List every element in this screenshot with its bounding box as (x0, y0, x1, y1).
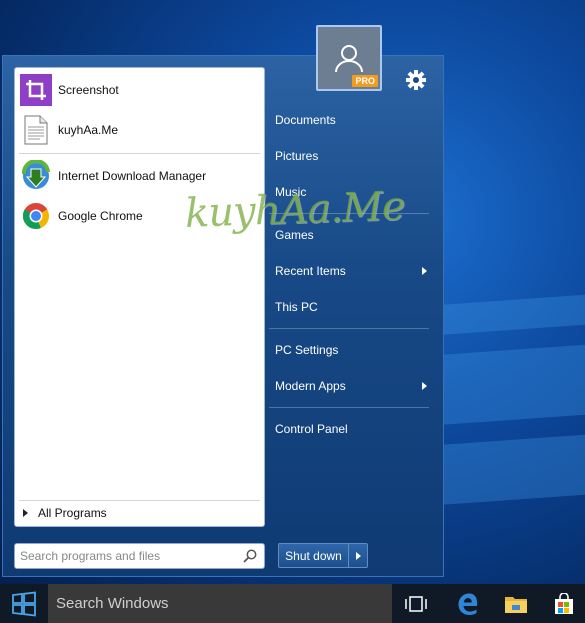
desktop-light-beam (435, 344, 585, 426)
shutdown-button-group: Shut down (278, 543, 368, 568)
idm-icon (20, 160, 52, 192)
edge-icon[interactable] (444, 584, 492, 623)
text-file-icon (20, 114, 52, 146)
windows-start-icon[interactable] (0, 584, 48, 623)
start-menu: Screenshot kuyhAa.Me Internet Download M… (2, 55, 444, 577)
right-item-label: Control Panel (275, 422, 348, 436)
right-item-label: Modern Apps (275, 379, 346, 393)
program-item-kuyhaa[interactable]: kuyhAa.Me (19, 112, 260, 148)
pro-badge: PRO (352, 75, 378, 87)
program-separator (19, 153, 260, 154)
desktop-light-beam (435, 434, 585, 506)
right-item-control-panel[interactable]: Control Panel (275, 414, 431, 444)
right-item-label: Recent Items (275, 264, 346, 278)
right-item-recent-items[interactable]: Recent Items (275, 256, 431, 286)
user-icon (335, 45, 363, 73)
right-item-pictures[interactable]: Pictures (275, 141, 431, 171)
desktop-light-beam (435, 294, 585, 336)
right-item-label: Pictures (275, 149, 319, 163)
shutdown-button[interactable]: Shut down (279, 544, 349, 567)
chevron-right-icon (355, 551, 361, 560)
search-box (14, 543, 265, 569)
program-list-pane: Screenshot kuyhAa.Me Internet Download M… (14, 67, 265, 527)
right-item-this-pc[interactable]: This PC (275, 292, 431, 322)
shutdown-options-button[interactable] (349, 544, 367, 567)
right-item-pc-settings[interactable]: PC Settings (275, 335, 431, 365)
right-item-modern-apps[interactable]: Modern Apps (275, 371, 431, 401)
taskbar: Search Windows (0, 584, 585, 623)
submenu-arrow-icon (422, 382, 427, 390)
all-programs-label: All Programs (38, 505, 107, 520)
store-icon[interactable] (540, 584, 585, 623)
right-separator (269, 328, 429, 329)
program-item-screenshot[interactable]: Screenshot (19, 72, 260, 108)
program-label: Screenshot (58, 83, 119, 97)
right-item-label: Documents (275, 113, 336, 127)
search-icon[interactable] (241, 547, 259, 565)
watermark: kuyhAa.Me (184, 183, 406, 237)
program-label: kuyhAa.Me (58, 123, 119, 137)
task-view-icon[interactable] (392, 584, 440, 623)
program-label: Google Chrome (58, 209, 143, 223)
screenshot-crop-icon (20, 74, 52, 106)
right-item-documents[interactable]: Documents (275, 105, 431, 135)
search-input[interactable] (20, 545, 241, 567)
gear-icon[interactable] (405, 69, 427, 91)
submenu-arrow-icon (422, 267, 427, 275)
user-avatar[interactable]: PRO (316, 25, 382, 91)
chrome-icon (20, 200, 52, 232)
program-label: Internet Download Manager (58, 169, 207, 183)
right-item-label: This PC (275, 300, 318, 314)
taskbar-search-box[interactable]: Search Windows (48, 584, 392, 623)
right-separator (269, 407, 429, 408)
file-explorer-icon[interactable] (492, 584, 540, 623)
right-item-label: PC Settings (275, 343, 339, 357)
expand-arrow-icon (23, 508, 28, 517)
all-programs-button[interactable]: All Programs (19, 500, 260, 524)
taskbar-search-text: Search Windows (56, 595, 169, 612)
